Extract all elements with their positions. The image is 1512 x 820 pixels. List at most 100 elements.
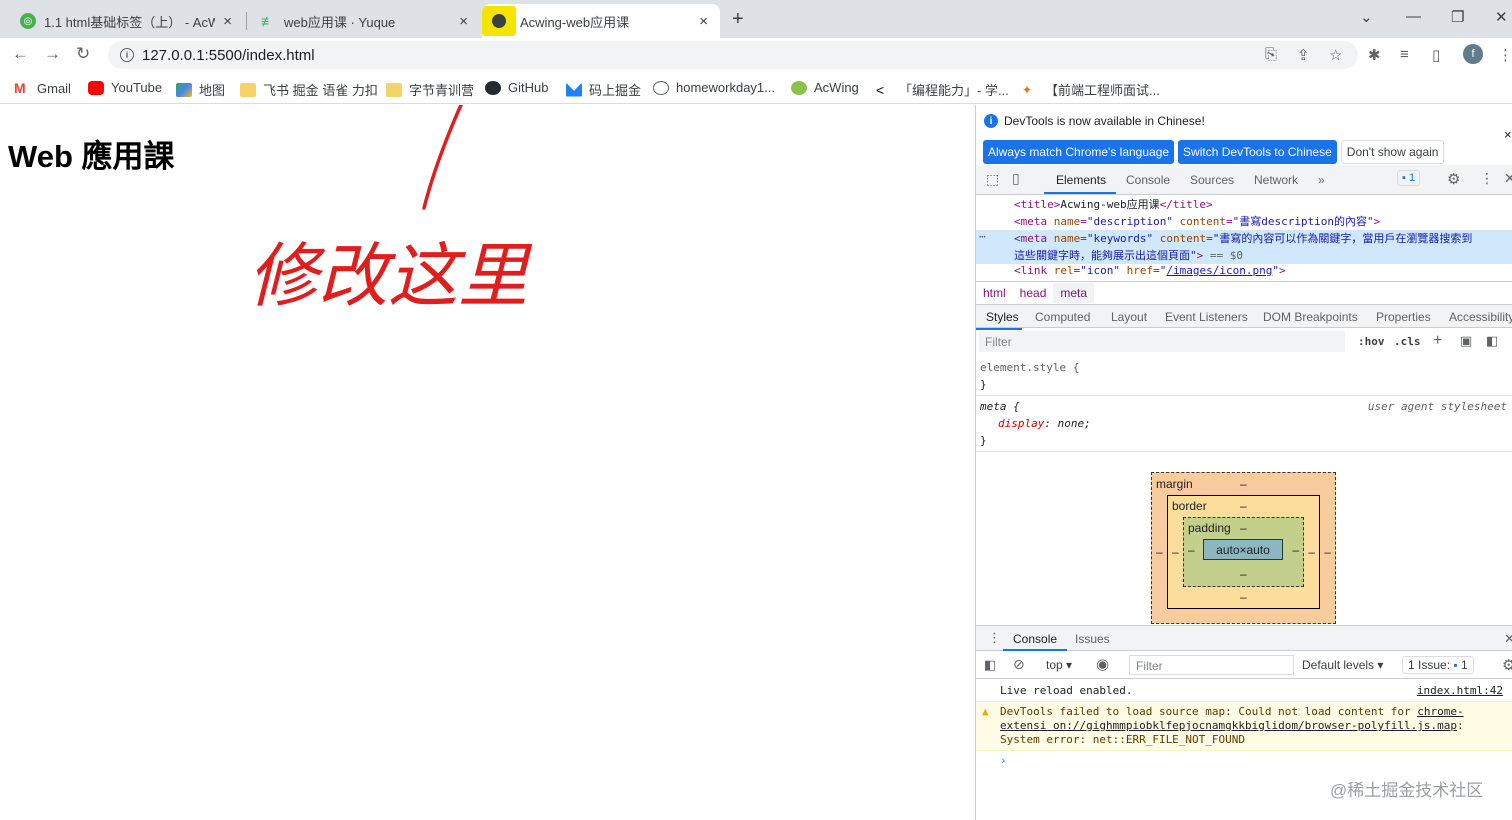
tab-close-icon[interactable]: × (699, 13, 708, 30)
address-bar[interactable]: i 127.0.0.1:5500/index.html (108, 41, 1358, 69)
icon-href-link[interactable]: /images/icon.png (1166, 264, 1272, 277)
match-language-button[interactable]: Always match Chrome's language (983, 140, 1175, 164)
drawer-tab-issues[interactable]: Issues (1075, 632, 1110, 646)
close-devtools-icon[interactable]: ✕ (1504, 170, 1512, 187)
cls-toggle[interactable]: .cls (1394, 335, 1421, 348)
toggle-sidebar-icon[interactable]: ◧ (1486, 333, 1498, 349)
bookmark-github[interactable]: GitHub (485, 80, 548, 95)
dom-line-link-icon[interactable]: <link rel="icon" href="/images/icon.png"… (976, 264, 1512, 281)
drawer-tab-console[interactable]: Console (1013, 632, 1057, 646)
bookmark-gmail[interactable]: M Gmail (14, 80, 71, 96)
sidebar-toggle-icon[interactable]: ◧ (984, 657, 996, 673)
crumb-html[interactable]: html (976, 283, 1013, 303)
close-drawer-icon[interactable]: ✕ (1504, 631, 1512, 647)
dom-ellipsis-icon[interactable]: ⋯ (979, 230, 986, 243)
dom-line-meta-keywords[interactable]: ⋯ <meta name="keywords" content="書寫的內容可以作… (976, 230, 1512, 247)
dom-line-meta-keywords-cont[interactable]: 這些關鍵字時，能夠展示出這個頁面"> == $0 (976, 247, 1512, 264)
infobar-close-icon[interactable]: × (1504, 127, 1512, 142)
log-source-link[interactable]: index.html:42 (1417, 684, 1503, 698)
translate-icon[interactable]: ⎘ (1265, 46, 1277, 63)
console-settings-icon[interactable]: ⚙ (1502, 656, 1512, 674)
console-issues-button[interactable]: 1 Issue: ▪ 1 (1402, 656, 1474, 674)
box-model-padding[interactable]: padding – – – – auto×auto (1183, 517, 1304, 587)
minimize-icon[interactable]: — (1406, 8, 1421, 25)
subtab-computed[interactable]: Computed (1035, 310, 1090, 324)
media-icon[interactable]: ≡ (1400, 46, 1409, 63)
border-left-value[interactable]: – (1172, 545, 1179, 559)
element-style-rule[interactable]: element.style { } (976, 357, 1512, 396)
bookmark-programming[interactable]: < 「编程能力」- 学... (876, 80, 1009, 99)
menu-icon[interactable]: ⋮ (1498, 46, 1512, 64)
more-tabs-icon[interactable]: » (1318, 173, 1325, 187)
bookmark-folder-tools[interactable]: 飞书 掘金 语雀 力扣 (240, 80, 378, 99)
padding-bottom-value[interactable]: – (1240, 567, 1247, 581)
margin-top-value[interactable]: – (1240, 477, 1247, 491)
kebab-menu-icon[interactable]: ⋮ (1480, 170, 1494, 187)
bookmark-acwing[interactable]: AcWing (791, 80, 859, 95)
console-filter-input[interactable]: Filter (1129, 655, 1294, 675)
box-model-border[interactable]: border – – – – padding – – – – auto×auto (1167, 495, 1320, 609)
switch-chinese-button[interactable]: Switch DevTools to Chinese (1178, 140, 1337, 164)
styles-filter-input[interactable]: Filter (979, 331, 1345, 352)
subtab-event-listeners[interactable]: Event Listeners (1165, 310, 1248, 324)
dom-line-meta-description[interactable]: <meta name="description" content="書寫desc… (976, 213, 1512, 230)
subtab-layout[interactable]: Layout (1111, 310, 1147, 324)
tab-console[interactable]: Console (1126, 173, 1170, 187)
console-prompt[interactable]: › (976, 751, 1512, 771)
margin-left-value[interactable]: – (1156, 545, 1163, 559)
tab-elements[interactable]: Elements (1056, 173, 1106, 187)
crumb-meta[interactable]: meta (1053, 283, 1095, 303)
dom-line-title[interactable]: <title>Acwing-web应用课</title> (976, 196, 1512, 213)
settings-gear-icon[interactable]: ⚙ (1447, 170, 1460, 188)
crumb-head[interactable]: head (1013, 283, 1054, 303)
device-toggle-icon[interactable]: ▯ (1012, 170, 1020, 187)
border-right-value[interactable]: – (1308, 545, 1315, 559)
clear-console-icon[interactable]: ⊘ (1013, 656, 1025, 673)
forward-icon[interactable]: → (44, 44, 61, 64)
rendering-icon[interactable]: ▣ (1460, 333, 1472, 349)
context-selector[interactable]: top ▾ (1046, 658, 1072, 672)
drawer-menu-icon[interactable]: ⋮ (988, 630, 1001, 646)
close-window-icon[interactable]: ✕ (1495, 8, 1508, 26)
tab-close-icon[interactable]: × (223, 13, 232, 30)
bookmark-star-icon[interactable]: ☆ (1329, 46, 1342, 64)
maximize-icon[interactable]: ❐ (1451, 8, 1464, 26)
issues-counter[interactable]: ▪ 1 (1397, 170, 1421, 186)
site-info-icon[interactable]: i (120, 48, 134, 62)
new-rule-icon[interactable]: + (1433, 332, 1442, 350)
extensions-icon[interactable]: ✱ (1368, 46, 1381, 64)
border-top-value[interactable]: – (1240, 499, 1247, 513)
subtab-styles[interactable]: Styles (986, 310, 1019, 324)
bookmark-maps[interactable]: 地图 (176, 80, 225, 99)
tab-network[interactable]: Network (1254, 173, 1298, 187)
share-icon[interactable]: ⇪ (1297, 46, 1310, 64)
padding-top-value[interactable]: – (1240, 521, 1247, 535)
bookmark-homework[interactable]: homeworkday1... (653, 80, 775, 95)
subtab-dom-breakpoints[interactable]: DOM Breakpoints (1263, 310, 1358, 324)
meta-ua-rule[interactable]: meta { user agent stylesheet display: no… (976, 396, 1512, 452)
subtab-accessibility[interactable]: Accessibility (1449, 310, 1512, 324)
tab-yuque[interactable]: ≢ web应用课 · Yuque × (248, 4, 480, 38)
margin-right-value[interactable]: – (1324, 545, 1331, 559)
tab-acwing-html[interactable]: ◎ 1.1 html基础标签（上） - AcWi × (8, 4, 244, 38)
inspect-icon[interactable]: ⬚ (986, 171, 999, 188)
live-expression-eye-icon[interactable]: ◉ (1096, 655, 1109, 673)
box-model-content[interactable]: auto×auto (1203, 539, 1283, 560)
tab-acwing-web-active[interactable]: Acwing-web应用课 × (482, 4, 720, 38)
dont-show-button[interactable]: Don't show again (1340, 140, 1445, 164)
padding-right-value[interactable]: – (1292, 543, 1299, 557)
back-icon[interactable]: ← (12, 44, 29, 64)
subtab-properties[interactable]: Properties (1376, 310, 1431, 324)
tab-search-icon[interactable]: ⌄ (1360, 8, 1373, 26)
hov-toggle[interactable]: :hov (1358, 335, 1385, 348)
box-model-margin[interactable]: margin – – – border – – – – padding – – … (1151, 472, 1336, 624)
bookmark-youtube[interactable]: YouTube (88, 80, 162, 95)
reload-icon[interactable]: ↻ (76, 44, 90, 64)
tab-sources[interactable]: Sources (1190, 173, 1234, 187)
bookmark-mashang[interactable]: 码上掘金 (566, 80, 641, 99)
log-levels-dropdown[interactable]: Default levels ▾ (1302, 658, 1383, 672)
side-panel-icon[interactable]: ▯ (1432, 46, 1440, 64)
profile-avatar[interactable]: f (1463, 44, 1483, 64)
padding-left-value[interactable]: – (1188, 543, 1195, 557)
bookmark-folder-bytedance[interactable]: 字节青训营 (386, 80, 474, 99)
